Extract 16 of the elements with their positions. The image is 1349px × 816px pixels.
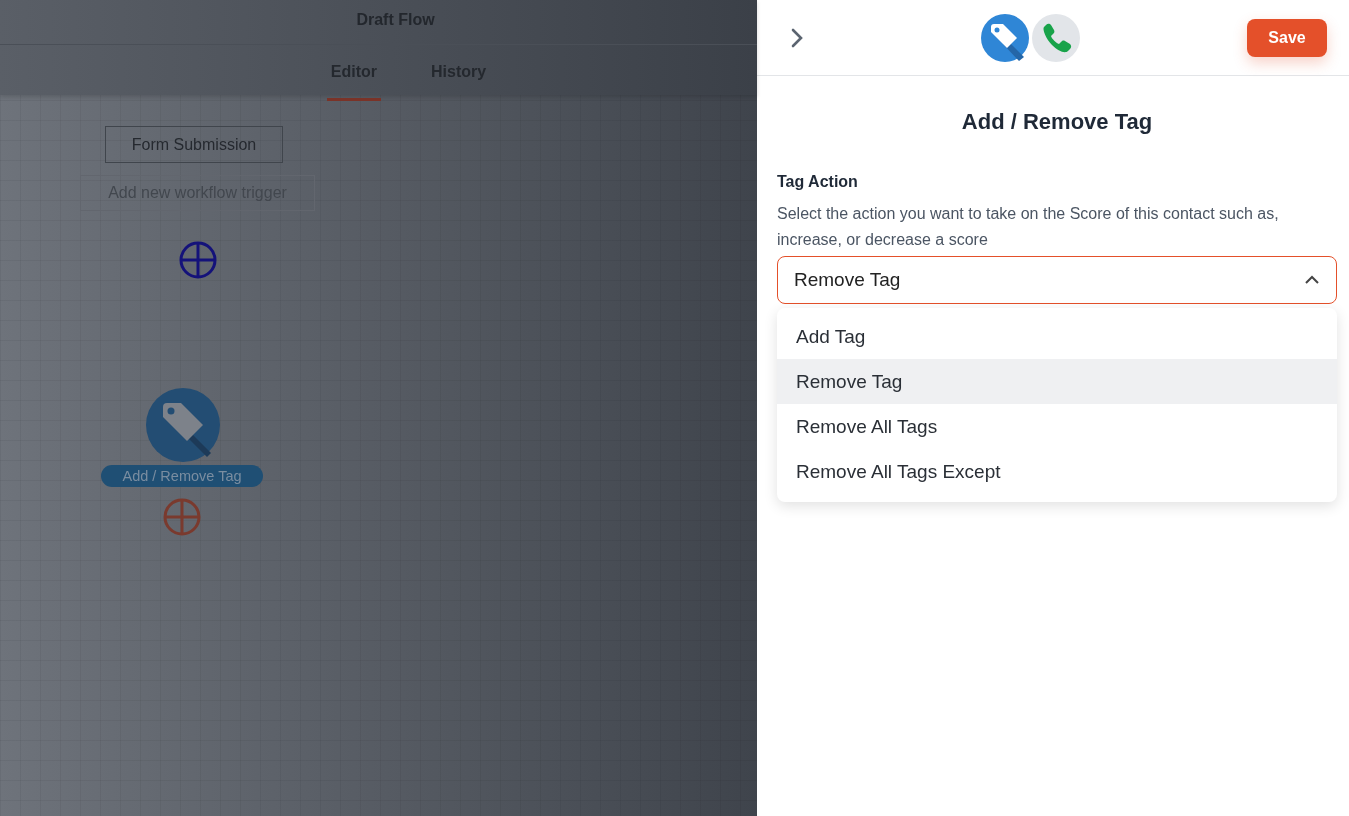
- save-button[interactable]: Save: [1247, 18, 1327, 57]
- dropdown-option[interactable]: Remove Tag: [777, 359, 1337, 404]
- dropdown-option[interactable]: Remove All Tags: [777, 404, 1337, 449]
- field-label: Tag Action: [777, 173, 859, 191]
- node-label[interactable]: Add / Remove Tag: [101, 465, 263, 487]
- chevron-right-icon[interactable]: [790, 26, 804, 49]
- dropdown-option[interactable]: Add Tag: [777, 314, 1337, 359]
- field-description: Select the action you want to take on the Score of this contact such as, increase, or decrease a score: [777, 204, 1280, 250]
- add-step-icon[interactable]: [178, 240, 218, 280]
- select-field[interactable]: Remove Tag: [777, 256, 1337, 304]
- panel-title: Add / Remove Tag: [960, 109, 1154, 135]
- tag-icon[interactable]: [145, 387, 221, 463]
- phone-icon: [1031, 12, 1081, 63]
- trigger-button[interactable]: Form Submission: [105, 126, 283, 163]
- tag-icon: [980, 12, 1030, 63]
- dropdown-option[interactable]: Remove All Tags Except: [777, 449, 1337, 494]
